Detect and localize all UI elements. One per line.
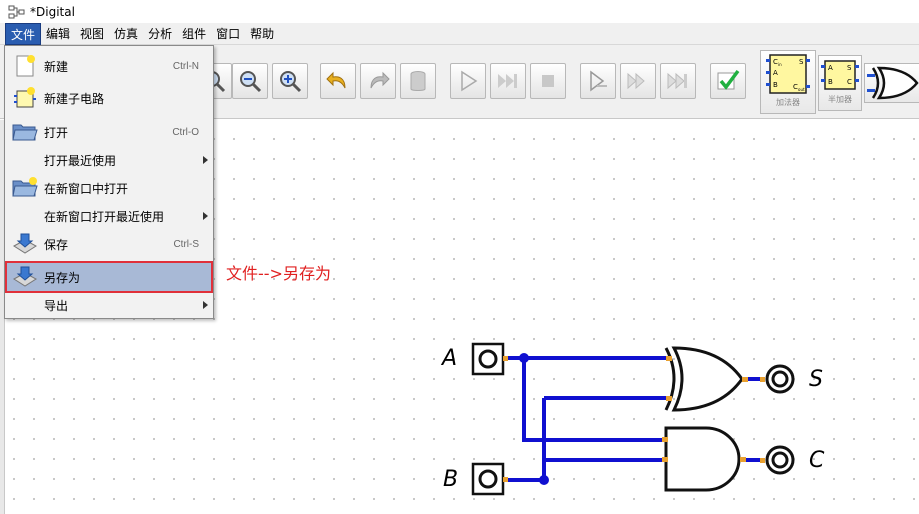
xor-gate[interactable] bbox=[664, 346, 748, 412]
play-outline-icon bbox=[590, 70, 607, 92]
menu-item-label: 在新窗口中打开 bbox=[44, 181, 129, 196]
folder-icon bbox=[12, 124, 38, 141]
output-s[interactable] bbox=[760, 364, 795, 394]
menu-item-label: 新建子电路 bbox=[44, 91, 105, 106]
svg-text:B: B bbox=[828, 78, 833, 86]
half-adder-circuit bbox=[471, 342, 795, 496]
menu-item-label: 打开最近使用 bbox=[44, 153, 117, 168]
redo-button[interactable] bbox=[360, 63, 396, 99]
save-as-icon bbox=[13, 266, 37, 287]
half-adder-label: 半加器 bbox=[828, 95, 852, 104]
menu-file[interactable]: 文件 bbox=[5, 22, 42, 45]
delete-button[interactable] bbox=[400, 63, 436, 99]
micro-step-button[interactable] bbox=[620, 63, 656, 99]
zoom-out-button[interactable] bbox=[232, 63, 268, 99]
redo-icon bbox=[370, 71, 390, 89]
zoom-in-icon bbox=[280, 71, 302, 93]
menu-item-open[interactable]: 打开 Ctrl-O bbox=[5, 118, 213, 146]
menu-item-label: 新建 bbox=[44, 59, 69, 74]
menu-item-export[interactable]: 导出 bbox=[5, 291, 213, 319]
menu-item-label: 导出 bbox=[44, 298, 69, 313]
menu-simulation[interactable]: 仿真 bbox=[109, 23, 143, 45]
menu-item-open-new-window[interactable]: 在新窗口中打开 bbox=[5, 174, 213, 202]
menu-item-label: 打开 bbox=[44, 125, 69, 140]
half-adder-icon: A B S C bbox=[821, 60, 859, 90]
input-b-label: B bbox=[443, 467, 459, 492]
menu-item-new-subcircuit[interactable]: 新建子电路 bbox=[5, 84, 213, 112]
skip-icon bbox=[667, 72, 687, 90]
menu-view[interactable]: 视图 bbox=[75, 23, 109, 45]
new-file-icon bbox=[16, 55, 35, 77]
and-gate[interactable] bbox=[662, 426, 746, 492]
menu-item-label: 在新窗口打开最近使用 bbox=[44, 209, 165, 224]
svg-text:S: S bbox=[799, 58, 804, 66]
start-simulation-button[interactable] bbox=[450, 63, 486, 99]
app-icon bbox=[8, 5, 25, 18]
input-a-label: A bbox=[442, 346, 458, 371]
checkmark-icon bbox=[717, 69, 740, 90]
svg-text:out: out bbox=[798, 87, 805, 92]
run-to-break-button[interactable] bbox=[580, 63, 616, 99]
menu-bar: 文件 编辑 视图 仿真 分析 组件 窗口 帮助 bbox=[0, 22, 919, 45]
menu-item-save-as[interactable]: 另存为 bbox=[5, 261, 213, 293]
input-a[interactable] bbox=[471, 342, 508, 376]
title-bar: *Digital bbox=[0, 0, 919, 23]
xor-gate-component-button[interactable] bbox=[864, 63, 919, 103]
menu-item-label: 保存 bbox=[44, 237, 69, 252]
output-s-label: S bbox=[809, 367, 823, 392]
output-c-label: C bbox=[809, 448, 825, 473]
wire-junction bbox=[539, 475, 549, 485]
stop-icon bbox=[542, 75, 554, 87]
half-adder-component-button[interactable]: A B S C 半加器 bbox=[818, 55, 862, 111]
full-adder-icon: C in A B S C out bbox=[766, 54, 810, 94]
shortcut-label: Ctrl-O bbox=[172, 126, 199, 138]
wire-junction bbox=[519, 353, 529, 363]
svg-text:in: in bbox=[778, 62, 782, 67]
menu-edit[interactable]: 编辑 bbox=[41, 23, 75, 45]
shortcut-label: Ctrl-S bbox=[173, 238, 199, 250]
submenu-arrow-icon bbox=[203, 156, 208, 164]
submenu-arrow-icon bbox=[203, 301, 208, 309]
full-adder-label: 加法器 bbox=[776, 98, 800, 107]
fast-forward-icon bbox=[498, 74, 517, 88]
stop-button[interactable] bbox=[530, 63, 566, 99]
full-adder-component-button[interactable]: C in A B S C out 加法器 bbox=[760, 50, 816, 114]
svg-text:A: A bbox=[773, 69, 778, 77]
undo-button[interactable] bbox=[320, 63, 356, 99]
new-subcircuit-icon bbox=[14, 87, 36, 108]
menu-window[interactable]: 窗口 bbox=[211, 23, 245, 45]
input-b[interactable] bbox=[471, 462, 508, 496]
double-play-icon bbox=[627, 72, 645, 90]
zoom-in-button[interactable] bbox=[272, 63, 308, 99]
window-title: *Digital bbox=[30, 4, 75, 19]
xor-gate-icon bbox=[866, 66, 919, 100]
file-menu-dropdown: 新建 Ctrl-N 新建子电路 打开 Ctrl-O 打开最近使用 在新窗口中打开… bbox=[4, 45, 214, 319]
menu-item-save[interactable]: 保存 Ctrl-S bbox=[5, 230, 213, 258]
wires bbox=[506, 356, 670, 482]
svg-text:A: A bbox=[828, 64, 833, 72]
zoom-out-icon bbox=[240, 71, 262, 93]
shortcut-label: Ctrl-N bbox=[172, 60, 199, 72]
folder-new-icon bbox=[12, 177, 38, 197]
svg-text:S: S bbox=[847, 64, 852, 72]
fast-run-button[interactable] bbox=[660, 63, 696, 99]
menu-item-open-recent[interactable]: 打开最近使用 bbox=[5, 146, 213, 174]
menu-item-label: 另存为 bbox=[44, 270, 81, 285]
output-c[interactable] bbox=[760, 445, 795, 475]
play-icon bbox=[461, 70, 478, 92]
annotation-text: 文件-->另存为 bbox=[226, 264, 331, 283]
submenu-arrow-icon bbox=[203, 212, 208, 220]
menu-item-new[interactable]: 新建 Ctrl-N bbox=[5, 52, 213, 80]
svg-text:C: C bbox=[847, 78, 852, 86]
menu-components[interactable]: 组件 bbox=[177, 23, 211, 45]
menu-help[interactable]: 帮助 bbox=[245, 23, 279, 45]
undo-icon bbox=[326, 71, 346, 89]
svg-text:B: B bbox=[773, 81, 778, 89]
menu-analysis[interactable]: 分析 bbox=[143, 23, 177, 45]
save-icon bbox=[13, 233, 37, 254]
menu-item-open-recent-new-window[interactable]: 在新窗口打开最近使用 bbox=[5, 202, 213, 230]
trash-icon bbox=[410, 71, 426, 91]
test-button[interactable] bbox=[710, 63, 746, 99]
step-button[interactable] bbox=[490, 63, 526, 99]
